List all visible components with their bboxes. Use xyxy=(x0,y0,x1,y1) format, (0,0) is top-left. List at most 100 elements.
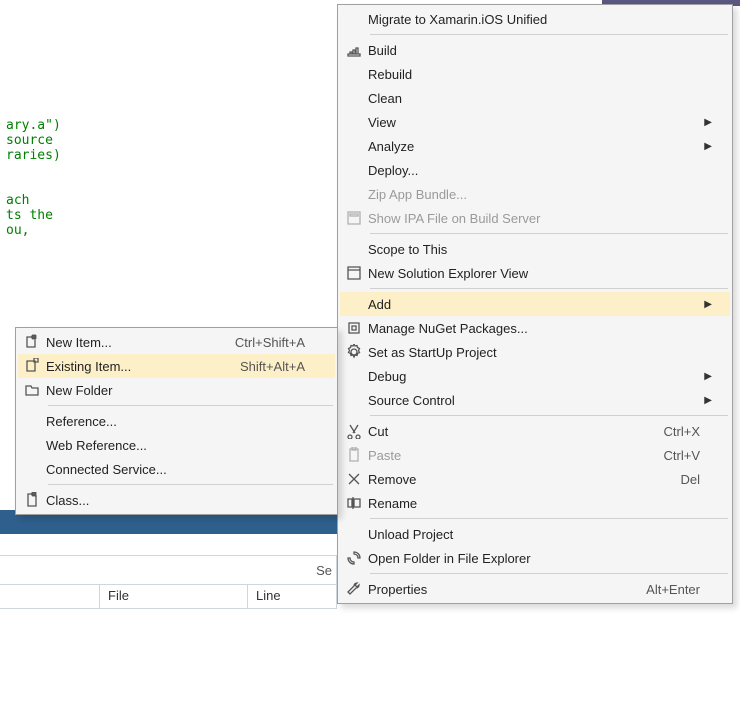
main-menu-item-view[interactable]: View▶ xyxy=(340,110,730,134)
remove-icon xyxy=(340,471,368,487)
menu-separator xyxy=(370,288,728,289)
main-menu-item-debug[interactable]: Debug▶ xyxy=(340,364,730,388)
menu-label: Unload Project xyxy=(368,527,700,542)
menu-label: Reference... xyxy=(46,414,305,429)
main-menu-item-unload-project[interactable]: Unload Project xyxy=(340,522,730,546)
menu-label: Connected Service... xyxy=(46,462,305,477)
menu-separator xyxy=(370,518,728,519)
add-menu-item-existing-item[interactable]: Existing Item...Shift+Alt+A xyxy=(18,354,335,378)
menu-label: Scope to This xyxy=(368,242,700,257)
grid-col-file[interactable]: File xyxy=(100,585,248,608)
menu-label: Add xyxy=(368,297,700,312)
menu-label: Migrate to Xamarin.iOS Unified xyxy=(368,12,700,27)
window-icon xyxy=(340,265,368,281)
wrench-icon xyxy=(340,581,368,597)
submenu-arrow-icon: ▶ xyxy=(700,395,712,406)
cut-icon xyxy=(340,423,368,439)
menu-label: Class... xyxy=(46,493,305,508)
add-menu-item-web-reference[interactable]: Web Reference... xyxy=(18,433,335,457)
menu-separator xyxy=(370,34,728,35)
add-menu-item-reference[interactable]: Reference... xyxy=(18,409,335,433)
menu-label: New Solution Explorer View xyxy=(368,266,700,281)
add-menu-item-connected-service[interactable]: Connected Service... xyxy=(18,457,335,481)
menu-label: Build xyxy=(368,43,700,58)
main-menu-item-manage-nuget-packages[interactable]: Manage NuGet Packages... xyxy=(340,316,730,340)
menu-label: Manage NuGet Packages... xyxy=(368,321,700,336)
menu-shortcut: Alt+Enter xyxy=(640,582,700,597)
main-menu-item-migrate-to-xamarin-ios-unified[interactable]: Migrate to Xamarin.iOS Unified xyxy=(340,7,730,31)
menu-shortcut: Ctrl+X xyxy=(640,424,700,439)
menu-label: Paste xyxy=(368,448,640,463)
main-menu-item-new-solution-explorer-view[interactable]: New Solution Explorer View xyxy=(340,261,730,285)
main-menu-item-deploy[interactable]: Deploy... xyxy=(340,158,730,182)
build-icon xyxy=(340,42,368,58)
main-menu-item-properties[interactable]: PropertiesAlt+Enter xyxy=(340,577,730,601)
menu-shortcut: Del xyxy=(640,472,700,487)
main-menu-item-paste: PasteCtrl+V xyxy=(340,443,730,467)
main-menu-item-rename[interactable]: Rename xyxy=(340,491,730,515)
open-folder-icon xyxy=(340,550,368,566)
search-bar[interactable]: Se xyxy=(0,555,337,585)
menu-label: Rebuild xyxy=(368,67,700,82)
main-menu-item-remove[interactable]: RemoveDel xyxy=(340,467,730,491)
menu-label: Set as StartUp Project xyxy=(368,345,700,360)
paste-icon xyxy=(340,447,368,463)
main-menu-item-build[interactable]: Build xyxy=(340,38,730,62)
menu-label: Show IPA File on Build Server xyxy=(368,211,700,226)
submenu-arrow-icon: ▶ xyxy=(700,371,712,382)
grid-col-blank[interactable] xyxy=(0,585,100,608)
existing-item-icon xyxy=(18,358,46,374)
menu-label: New Folder xyxy=(46,383,305,398)
menu-shortcut: Shift+Alt+A xyxy=(240,359,305,374)
new-folder-icon xyxy=(18,382,46,398)
menu-label: Clean xyxy=(368,91,700,106)
grid-header: File Line xyxy=(0,585,337,609)
menu-label: Deploy... xyxy=(368,163,700,178)
menu-separator xyxy=(370,233,728,234)
main-menu-item-open-folder-in-file-explorer[interactable]: Open Folder in File Explorer xyxy=(340,546,730,570)
menu-label: Remove xyxy=(368,472,640,487)
submenu-arrow-icon: ▶ xyxy=(700,299,712,310)
main-menu-item-add[interactable]: Add▶ xyxy=(340,292,730,316)
main-menu-item-show-ipa-file-on-build-server: Show IPA File on Build Server xyxy=(340,206,730,230)
add-menu-item-new-folder[interactable]: New Folder xyxy=(18,378,335,402)
menu-label: Source Control xyxy=(368,393,700,408)
class-icon xyxy=(18,492,46,508)
menu-label: Open Folder in File Explorer xyxy=(368,551,700,566)
context-menu-main: Migrate to Xamarin.iOS Unified Build Rebui… xyxy=(337,4,733,604)
menu-separator xyxy=(370,573,728,574)
add-menu-item-class[interactable]: Class... xyxy=(18,488,335,512)
new-item-icon xyxy=(18,334,46,350)
main-menu-item-analyze[interactable]: Analyze▶ xyxy=(340,134,730,158)
submenu-arrow-icon: ▶ xyxy=(700,141,712,152)
grid-col-line[interactable]: Line xyxy=(248,585,336,608)
submenu-arrow-icon: ▶ xyxy=(700,117,712,128)
menu-label: Existing Item... xyxy=(46,359,240,374)
menu-label: Cut xyxy=(368,424,640,439)
rename-icon xyxy=(340,495,368,511)
menu-label: Web Reference... xyxy=(46,438,305,453)
context-menu-add: New Item...Ctrl+Shift+AExisting Item...S… xyxy=(15,327,338,515)
menu-label: Properties xyxy=(368,582,640,597)
menu-label: Zip App Bundle... xyxy=(368,187,700,202)
code-text: ary.a") source raries) ach ts the ou, xyxy=(6,118,61,238)
nuget-icon xyxy=(340,320,368,336)
gear-icon xyxy=(340,344,368,360)
menu-label: Analyze xyxy=(368,139,700,154)
main-menu-item-source-control[interactable]: Source Control▶ xyxy=(340,388,730,412)
main-menu-item-scope-to-this[interactable]: Scope to This xyxy=(340,237,730,261)
menu-label: View xyxy=(368,115,700,130)
main-menu-item-zip-app-bundle: Zip App Bundle... xyxy=(340,182,730,206)
main-menu-item-rebuild[interactable]: Rebuild xyxy=(340,62,730,86)
menu-separator xyxy=(370,415,728,416)
menu-label: Debug xyxy=(368,369,700,384)
add-menu-item-new-item[interactable]: New Item...Ctrl+Shift+A xyxy=(18,330,335,354)
menu-label: Rename xyxy=(368,496,700,511)
main-menu-item-set-as-startup-project[interactable]: Set as StartUp Project xyxy=(340,340,730,364)
menu-separator xyxy=(48,405,333,406)
main-menu-item-clean[interactable]: Clean xyxy=(340,86,730,110)
menu-separator xyxy=(48,484,333,485)
menu-shortcut: Ctrl+Shift+A xyxy=(235,335,305,350)
menu-label: New Item... xyxy=(46,335,235,350)
main-menu-item-cut[interactable]: CutCtrl+X xyxy=(340,419,730,443)
